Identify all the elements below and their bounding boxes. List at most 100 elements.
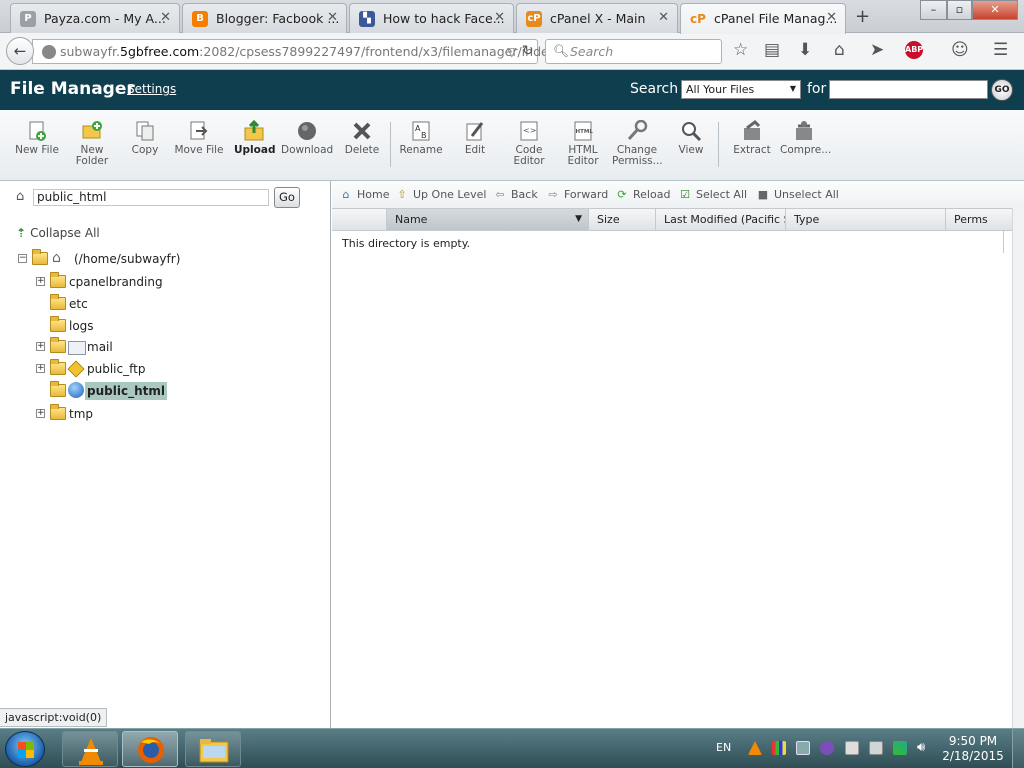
tree-item-tmp[interactable]: + tmp (34, 404, 234, 423)
download-arrow-icon[interactable]: ⬇ (798, 40, 812, 60)
bookmark-star-icon[interactable]: ☆ (733, 40, 748, 60)
tree-item-etc[interactable]: etc (34, 294, 234, 313)
network-tray-icon[interactable] (893, 741, 907, 755)
column-select[interactable] (332, 209, 387, 230)
vlc-tray-icon[interactable] (748, 741, 762, 755)
move-file-button[interactable]: Move File (173, 120, 225, 156)
tab-hack-facebook[interactable]: ▚ How to hack Face... ✕ (349, 3, 514, 33)
search-term-input[interactable] (829, 80, 988, 99)
menu-icon[interactable]: ☰ (993, 40, 1008, 60)
toolbar-divider (390, 122, 391, 167)
view-button[interactable]: View (676, 120, 706, 156)
nav-back-button[interactable]: ⇦ Back (493, 188, 537, 201)
path-go-button[interactable]: Go (274, 187, 300, 208)
collapse-all-link[interactable]: ⇡ Collapse All (16, 226, 100, 240)
rename-button[interactable]: AB Rename (398, 120, 444, 156)
show-desktop-button[interactable] (1012, 729, 1024, 768)
new-file-button[interactable]: New File (14, 120, 60, 156)
toolbar-label: View (678, 144, 704, 156)
download-button[interactable]: Download (281, 120, 333, 156)
tab-cpanel-file-manager[interactable]: cP cPanel File Manag... ✕ (680, 3, 846, 34)
tab-payza[interactable]: P Payza.com - My A... ✕ (10, 3, 180, 33)
taskbar-firefox[interactable] (122, 731, 178, 767)
nav-forward-button[interactable]: ⇨ Forward (546, 188, 608, 201)
file-list-scrollbar[interactable] (1012, 208, 1024, 728)
reload-icon[interactable]: ↻ (522, 43, 534, 59)
upload-button[interactable]: Upload (234, 120, 275, 156)
toolbar-label: Folder (75, 155, 109, 167)
tree-item-public-ftp[interactable]: + public_ftp (34, 359, 234, 378)
tree-item-logs[interactable]: logs (34, 316, 234, 335)
send-icon[interactable]: ➤ (870, 40, 884, 60)
column-perms[interactable]: Perms (946, 209, 1012, 230)
url-dropdown-icon[interactable]: ▽ (507, 44, 517, 59)
nav-unselect-all-button[interactable]: ■ Unselect All (756, 188, 839, 201)
volume-icon[interactable]: 🔊︎ (917, 741, 931, 755)
search-scope-select[interactable]: All Your Files ▼ (681, 80, 801, 99)
download-tray-icon[interactable] (796, 741, 810, 755)
tab-close-icon[interactable]: ✕ (160, 10, 171, 25)
taskbar-vlc[interactable] (62, 731, 118, 767)
svg-text:HTML: HTML (576, 129, 594, 135)
settings-link[interactable]: Settings (127, 82, 176, 96)
ftp-icon (67, 360, 85, 378)
column-size[interactable]: Size (589, 209, 656, 230)
delete-button[interactable]: Delete (342, 120, 382, 156)
language-indicator[interactable]: EN (716, 741, 731, 754)
search-go-button[interactable]: GO (991, 79, 1013, 101)
tab-close-icon[interactable]: ✕ (658, 10, 669, 25)
expand-toggle-icon[interactable]: + (36, 364, 45, 373)
tor-tray-icon[interactable] (820, 741, 834, 755)
globe-icon (42, 45, 56, 59)
tab-close-icon[interactable]: ✕ (494, 10, 505, 25)
flag-tray-icon[interactable] (845, 741, 859, 755)
edit-button[interactable]: Edit (462, 120, 488, 156)
new-tab-button[interactable]: + (855, 6, 870, 27)
compress-button[interactable]: Compre... (780, 120, 831, 156)
url-bar[interactable]: subwayfr.5gbfree.com:2082/cpsess78992274… (32, 39, 585, 64)
folder-icon (50, 337, 66, 353)
column-last-modified[interactable]: Last Modified (Pacific Sta (656, 209, 786, 230)
new-folder-button[interactable]: New Folder (70, 120, 114, 167)
maximize-button[interactable]: ▫ (947, 0, 972, 20)
battery-tray-icon[interactable] (869, 741, 883, 755)
collapse-toggle-icon[interactable]: − (18, 254, 27, 263)
expand-toggle-icon[interactable]: + (36, 409, 45, 418)
expand-toggle-icon[interactable]: + (36, 277, 45, 286)
back-button[interactable]: ← (6, 37, 34, 65)
chat-icon[interactable]: ☺ (951, 40, 969, 60)
nav-reload-button[interactable]: ⟳ Reload (615, 188, 670, 201)
reading-list-icon[interactable]: ▤ (764, 40, 780, 60)
minimize-button[interactable]: – (920, 0, 947, 20)
copy-button[interactable]: Copy (128, 120, 162, 156)
tab-cpanel-main[interactable]: cP cPanel X - Main ✕ (516, 3, 678, 33)
system-clock[interactable]: 9:50 PM 2/18/2015 (942, 734, 1004, 764)
tab-close-icon[interactable]: ✕ (826, 10, 837, 25)
tree-root[interactable]: − ⌂ (/home/subwayfr) (16, 249, 216, 268)
browser-search-input[interactable]: 🔍︎ Search (545, 39, 722, 64)
nav-select-all-button[interactable]: ☑ Select All (678, 188, 747, 201)
expand-toggle-icon[interactable]: + (36, 342, 45, 351)
tab-blogger[interactable]: B Blogger: Facbook ... ✕ (182, 3, 347, 33)
code-editor-button[interactable]: <> Code Editor (510, 120, 548, 167)
change-permissions-button[interactable]: Change Permiss... (612, 120, 663, 167)
column-type[interactable]: Type (786, 209, 946, 230)
path-input[interactable]: public_html (33, 189, 269, 206)
color-tray-icon[interactable] (772, 741, 786, 755)
home-icon[interactable]: ⌂ (834, 40, 845, 60)
home-icon[interactable]: ⌂ (16, 189, 24, 204)
tree-item-cpanelbranding[interactable]: + cpanelbranding (34, 272, 234, 291)
html-editor-button[interactable]: HTML HTML Editor (564, 120, 602, 167)
tree-item-public-html[interactable]: public_html (34, 381, 234, 400)
nav-up-one-level-button[interactable]: ⇧ Up One Level (395, 188, 486, 201)
up-level-icon: ⇧ (397, 188, 407, 201)
tab-close-icon[interactable]: ✕ (327, 10, 338, 25)
adblock-icon[interactable]: ABP (905, 41, 923, 59)
taskbar-explorer[interactable] (185, 731, 241, 767)
close-window-button[interactable]: ✕ (972, 0, 1018, 20)
start-button[interactable] (5, 731, 45, 767)
tree-item-mail[interactable]: + mail (34, 337, 234, 356)
extract-button[interactable]: Extract (730, 120, 774, 156)
column-name[interactable]: Name ▼ (387, 209, 589, 230)
nav-home-button[interactable]: ⌂ Home (339, 188, 390, 201)
